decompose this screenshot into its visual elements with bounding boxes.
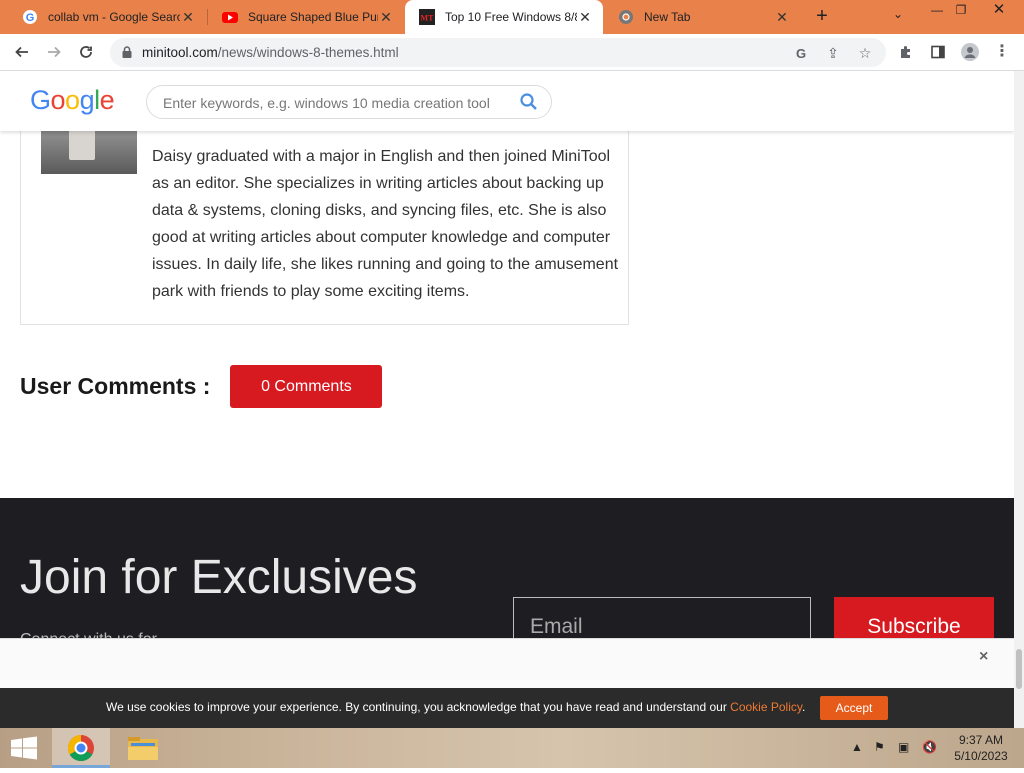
back-arrow-icon: [15, 46, 28, 58]
volume-muted-icon[interactable]: 🔇: [922, 740, 937, 754]
google-icon: G: [23, 10, 37, 24]
search-input[interactable]: [163, 93, 503, 113]
taskbar-chrome[interactable]: [52, 728, 110, 768]
close-tab-icon[interactable]: ✕: [180, 9, 196, 26]
svg-text:G: G: [796, 46, 806, 60]
restore-button[interactable]: ❐: [946, 0, 976, 20]
site-header: Google: [0, 71, 1014, 131]
site-search-box: [146, 85, 552, 119]
join-heading: Join for Exclusives: [20, 551, 418, 604]
clock-time: 9:37 AM: [958, 733, 1004, 747]
tab-google-search[interactable]: G collab vm - Google Searc ✕: [8, 0, 206, 34]
network-icon[interactable]: ▣: [898, 740, 909, 754]
search-icon[interactable]: [519, 92, 539, 112]
folder-icon: [128, 737, 158, 760]
youtube-icon: [222, 12, 238, 23]
user-comments-section: User Comments : 0 Comments: [20, 365, 383, 408]
forward-button[interactable]: [42, 40, 66, 64]
tab-title: Top 10 Free Windows 8/8: [445, 10, 577, 24]
browser-toolbar: minitool.com/news/windows-8-themes.html …: [0, 34, 1024, 71]
show-hidden-icons-chevron-icon[interactable]: ▲: [851, 740, 863, 754]
chevron-down-icon[interactable]: ⌄: [888, 7, 908, 27]
reload-button[interactable]: [74, 40, 98, 64]
sidebar-toggle-icon: [931, 45, 945, 59]
svg-text:MT: MT: [421, 14, 435, 23]
page-scrollbar[interactable]: [1014, 71, 1024, 728]
svg-text:G: G: [26, 12, 35, 24]
back-button[interactable]: [10, 40, 34, 64]
window-close-button[interactable]: ✕: [984, 0, 1014, 20]
windows-taskbar: ▲ ⚑ ▣ 🔇 9:37 AM 5/10/2023: [0, 728, 1024, 768]
cookie-banner: We use cookies to improve your experienc…: [0, 688, 1014, 728]
chrome-icon: [67, 734, 94, 762]
reload-icon: [80, 46, 92, 58]
web-page: Google Daisy graduated with a major in E…: [0, 71, 1014, 728]
google-logo[interactable]: Google: [30, 85, 115, 116]
cookie-message: We use cookies to improve your experienc…: [106, 700, 806, 714]
tab-title: New Tab: [644, 10, 691, 24]
close-tab-icon[interactable]: ✕: [774, 9, 790, 26]
windows-logo-icon: [11, 736, 37, 760]
google-lens-icon[interactable]: G: [790, 42, 812, 64]
tab-minitool-active[interactable]: MT Top 10 Free Windows 8/8 ✕: [405, 0, 603, 34]
scrollbar-thumb[interactable]: [1016, 649, 1022, 689]
extensions-puzzle-icon[interactable]: [894, 40, 918, 64]
puzzle-icon: [901, 46, 910, 58]
action-center-flag-icon[interactable]: ⚑: [874, 740, 885, 754]
new-tab-button[interactable]: +: [810, 5, 834, 29]
lock-icon[interactable]: [120, 45, 134, 59]
tab-title: collab vm - Google Searc: [48, 10, 180, 24]
url-text: minitool.com/news/windows-8-themes.html: [142, 45, 399, 60]
bookmark-star-icon[interactable]: ☆: [854, 42, 876, 64]
close-tab-icon[interactable]: ✕: [378, 9, 394, 26]
close-icon[interactable]: ×: [979, 648, 988, 666]
author-box: Daisy graduated with a major in English …: [20, 111, 629, 325]
system-clock[interactable]: 9:37 AM 5/10/2023: [948, 732, 1014, 764]
chrome-icon: [619, 10, 633, 24]
menu-kebab-icon[interactable]: ⋮: [990, 40, 1014, 64]
start-button[interactable]: [0, 728, 48, 768]
comments-heading: User Comments :: [20, 373, 211, 399]
profile-avatar-icon[interactable]: [958, 40, 982, 64]
tab-youtube[interactable]: Square Shaped Blue Purp ✕: [208, 0, 404, 34]
tab-strip: G collab vm - Google Searc ✕ Square Shap…: [0, 0, 1024, 34]
accept-cookies-button[interactable]: Accept: [820, 696, 888, 720]
minitool-icon: MT: [419, 9, 435, 25]
cookie-policy-link[interactable]: Cookie Policy: [730, 700, 802, 714]
google-icon: G: [796, 46, 806, 61]
forward-arrow-icon: [48, 46, 61, 58]
tab-new-tab[interactable]: New Tab ✕: [604, 0, 800, 34]
comments-count-button[interactable]: 0 Comments: [230, 365, 383, 408]
share-icon[interactable]: ⇪: [822, 42, 844, 64]
author-bio: Daisy graduated with a major in English …: [152, 148, 619, 300]
close-tab-icon[interactable]: ✕: [577, 9, 593, 26]
side-panel-icon[interactable]: [926, 40, 950, 64]
taskbar-file-explorer[interactable]: [114, 728, 172, 768]
cookie-banner-top: ×: [0, 638, 1014, 688]
tab-title: Square Shaped Blue Purp: [248, 10, 378, 24]
address-bar[interactable]: minitool.com/news/windows-8-themes.html …: [110, 38, 886, 67]
clock-date: 5/10/2023: [954, 749, 1008, 763]
avatar: [961, 43, 979, 61]
